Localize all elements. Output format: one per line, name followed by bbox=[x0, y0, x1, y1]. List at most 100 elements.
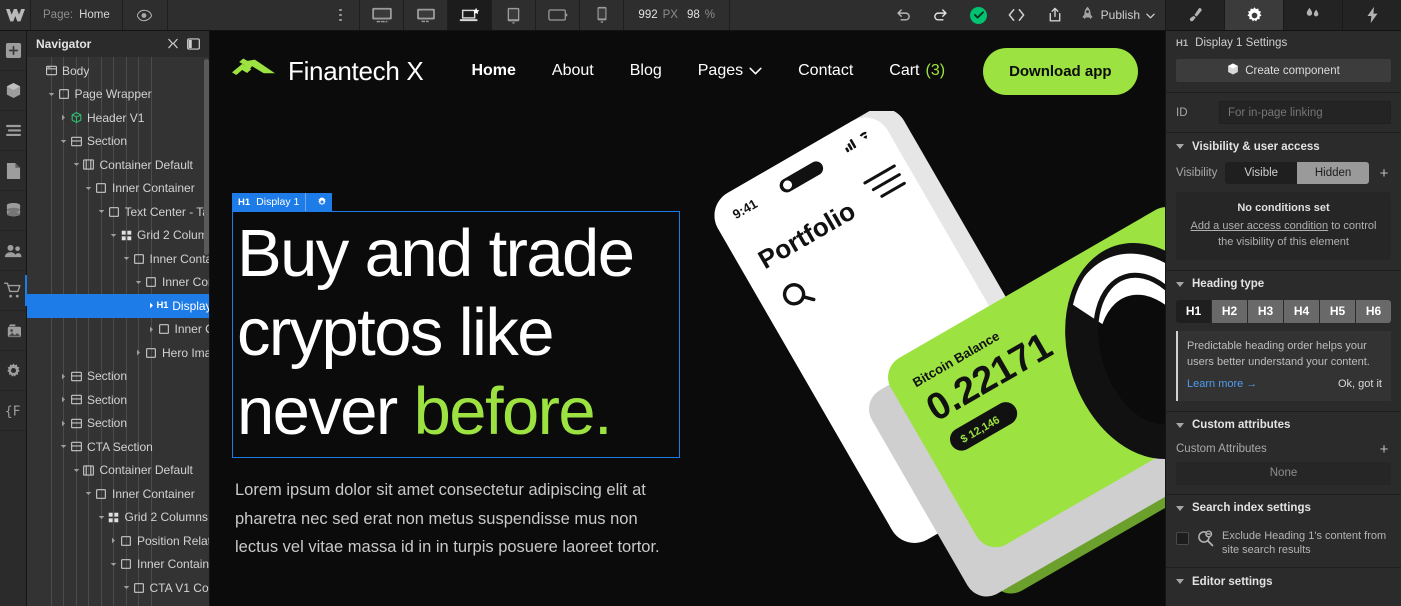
add-visibility-condition-icon[interactable]: + bbox=[1377, 166, 1391, 181]
rail-components[interactable] bbox=[0, 71, 26, 111]
site-nav-link-home[interactable]: Home bbox=[453, 62, 533, 80]
section-heading-type[interactable]: Heading type bbox=[1166, 270, 1401, 298]
heading-type-h4[interactable]: H4 bbox=[1284, 299, 1319, 323]
site-nav-link-blog[interactable]: Blog bbox=[612, 62, 680, 80]
rail-cms[interactable] bbox=[0, 191, 26, 231]
visibility-option-hidden[interactable]: Hidden bbox=[1297, 162, 1369, 184]
gear-icon[interactable] bbox=[312, 197, 332, 207]
breakpoint-desktop-lg[interactable] bbox=[404, 0, 449, 30]
navigator-row[interactable]: Body bbox=[27, 59, 209, 83]
site-nav-link-contact[interactable]: Contact bbox=[780, 62, 871, 80]
tab-settings-panel[interactable] bbox=[1224, 0, 1284, 30]
id-input[interactable] bbox=[1219, 101, 1391, 124]
panel-toggle-icon[interactable] bbox=[186, 37, 201, 52]
code-brackets-icon[interactable] bbox=[998, 0, 1036, 30]
section-editor-settings[interactable]: Editor settings bbox=[1166, 568, 1401, 596]
selection-badge[interactable]: H1 Display 1 bbox=[232, 193, 333, 211]
dismiss-tip-button[interactable]: Ok, got it bbox=[1338, 377, 1382, 393]
rail-users[interactable] bbox=[0, 231, 26, 271]
share-export-icon[interactable] bbox=[1036, 0, 1074, 30]
exclude-from-search-checkbox[interactable] bbox=[1176, 531, 1189, 545]
caret-down-icon[interactable] bbox=[71, 468, 82, 473]
navigator-row[interactable]: Inner Container bbox=[27, 482, 209, 506]
caret-down-icon[interactable] bbox=[108, 233, 119, 238]
publish-button[interactable]: Publish bbox=[1074, 0, 1165, 30]
navigator-row[interactable]: CTA Section bbox=[27, 435, 209, 459]
caret-right-icon[interactable] bbox=[58, 396, 69, 403]
caret-down-icon[interactable] bbox=[121, 585, 132, 590]
navigator-row[interactable]: Page Wrapper bbox=[27, 83, 209, 107]
caret-down-icon[interactable] bbox=[58, 444, 69, 449]
add-custom-attribute-icon[interactable]: + bbox=[1377, 442, 1391, 457]
navigator-row[interactable]: Hero Image bbox=[27, 341, 209, 365]
site-nav-link-pages[interactable]: Pages bbox=[680, 62, 780, 80]
caret-right-icon[interactable] bbox=[58, 373, 69, 380]
download-app-button[interactable]: Download app bbox=[983, 47, 1138, 95]
navigator-row[interactable]: Container Default bbox=[27, 153, 209, 177]
create-component-button[interactable]: Create component bbox=[1176, 59, 1391, 82]
rail-add-elements[interactable] bbox=[0, 31, 26, 71]
breakpoint-desktop-xl[interactable] bbox=[360, 0, 405, 30]
navigator-row[interactable]: Inner Container bbox=[27, 177, 209, 201]
breakpoint-mobile-landscape[interactable] bbox=[536, 0, 581, 30]
navigator-row-selected[interactable]: H1 Display bbox=[27, 294, 209, 318]
eye-preview-icon[interactable] bbox=[123, 0, 168, 30]
hero-heading[interactable]: Buy and trade cryptos like never before. bbox=[232, 211, 680, 459]
collapse-all-icon[interactable] bbox=[165, 37, 180, 52]
breakpoint-desktop-base[interactable] bbox=[448, 0, 493, 30]
redo-icon[interactable] bbox=[922, 0, 960, 30]
rail-ecommerce[interactable] bbox=[0, 271, 27, 311]
canvas-size-indicator[interactable]: 992 PX 98 % bbox=[624, 0, 730, 30]
breakpoint-tablet[interactable] bbox=[492, 0, 537, 30]
caret-down-icon[interactable] bbox=[58, 139, 69, 144]
caret-down-icon[interactable] bbox=[83, 491, 94, 496]
section-visibility-user-access[interactable]: Visibility & user access bbox=[1166, 133, 1401, 160]
navigator-row[interactable]: Section bbox=[27, 388, 209, 412]
navigator-scrollbar[interactable] bbox=[204, 59, 209, 255]
navigator-row[interactable]: Position Relati bbox=[27, 529, 209, 553]
section-custom-attributes[interactable]: Custom attributes bbox=[1166, 411, 1401, 439]
caret-down-icon[interactable] bbox=[46, 92, 57, 97]
rail-variables[interactable]: {F bbox=[0, 391, 26, 431]
rail-settings[interactable] bbox=[0, 351, 26, 391]
navigator-row[interactable]: Grid 2 Columns bbox=[27, 506, 209, 530]
caret-down-icon[interactable] bbox=[133, 280, 144, 285]
site-nav-link-about[interactable]: About bbox=[534, 62, 612, 80]
navigator-row[interactable]: Container Default bbox=[27, 459, 209, 483]
heading-type-h1[interactable]: H1 bbox=[1176, 299, 1211, 323]
tab-interactions-panel[interactable] bbox=[1283, 0, 1342, 30]
site-nav-link-cart[interactable]: Cart (3) bbox=[871, 62, 963, 80]
heading-type-h5[interactable]: H5 bbox=[1320, 299, 1355, 323]
add-user-access-condition-link[interactable]: Add a user access condition bbox=[1191, 220, 1329, 232]
navigator-row[interactable]: Inner Contai bbox=[27, 247, 209, 271]
saved-check-icon[interactable] bbox=[960, 0, 998, 30]
rail-navigator[interactable] bbox=[0, 111, 26, 151]
rail-pages[interactable] bbox=[0, 151, 26, 191]
navigator-row[interactable]: Inner Containe bbox=[27, 553, 209, 577]
caret-down-icon[interactable] bbox=[108, 562, 119, 567]
navigator-row[interactable]: Section bbox=[27, 412, 209, 436]
caret-right-icon[interactable] bbox=[146, 326, 157, 333]
undo-icon[interactable] bbox=[884, 0, 922, 30]
caret-down-icon[interactable] bbox=[96, 209, 107, 214]
caret-down-icon[interactable] bbox=[121, 256, 132, 261]
rail-assets[interactable] bbox=[0, 311, 26, 351]
breakpoint-mobile-portrait[interactable] bbox=[580, 0, 625, 30]
navigator-row[interactable]: Inner Con bbox=[27, 271, 209, 295]
caret-right-icon[interactable] bbox=[133, 349, 144, 356]
design-canvas[interactable]: Finantech X Home About Blog Pages Contact Car… bbox=[210, 31, 1165, 606]
visibility-option-visible[interactable]: Visible bbox=[1225, 162, 1298, 184]
heading-type-h3[interactable]: H3 bbox=[1248, 299, 1283, 323]
navigator-row[interactable]: Inner C bbox=[27, 318, 209, 342]
page-indicator[interactable]: Page: Home bbox=[31, 0, 123, 30]
more-options-icon[interactable] bbox=[321, 0, 359, 30]
heading-type-h2[interactable]: H2 bbox=[1212, 299, 1247, 323]
navigator-row[interactable]: Section bbox=[27, 130, 209, 154]
tab-effects-panel[interactable] bbox=[1342, 0, 1401, 30]
navigator-row[interactable]: Grid 2 Column bbox=[27, 224, 209, 248]
caret-down-icon[interactable] bbox=[71, 162, 82, 167]
heading-type-h6[interactable]: H6 bbox=[1356, 299, 1391, 323]
caret-right-icon[interactable] bbox=[108, 537, 119, 544]
section-search-index-settings[interactable]: Search index settings bbox=[1166, 494, 1401, 522]
navigator-row[interactable]: Header V1 bbox=[27, 106, 209, 130]
